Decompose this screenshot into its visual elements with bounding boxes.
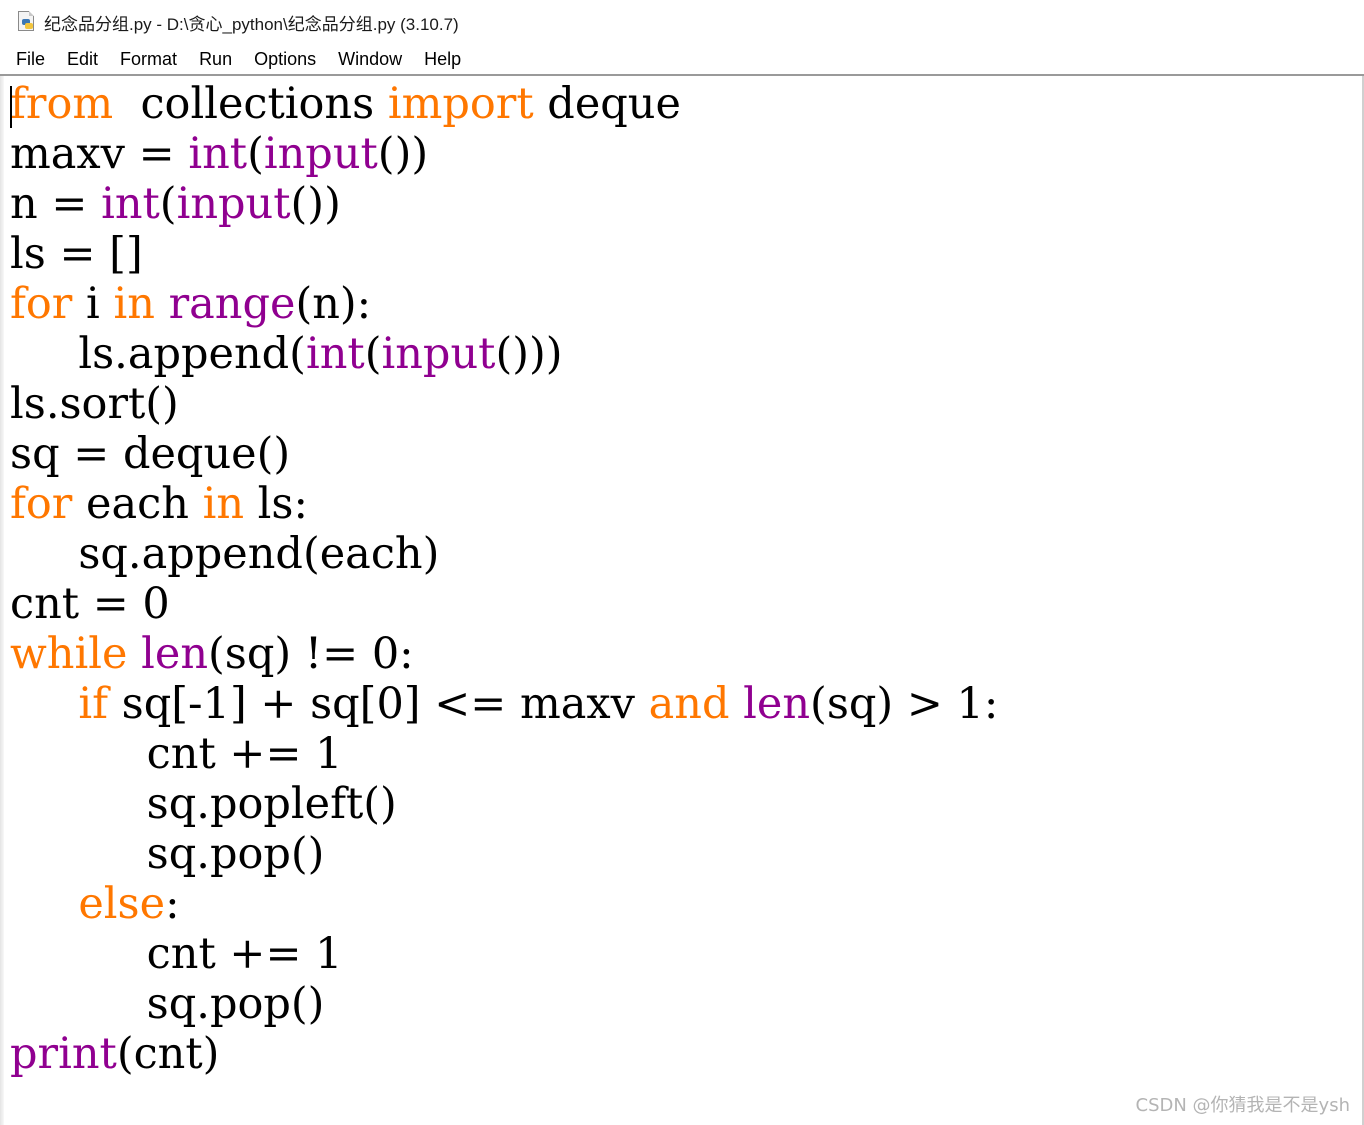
code-line[interactable]: sq = deque() xyxy=(10,429,1358,479)
code-token: ( xyxy=(247,129,264,179)
code-token: maxv = xyxy=(10,129,189,179)
menu-window[interactable]: Window xyxy=(327,46,413,73)
code-token: (n): xyxy=(295,279,372,329)
code-line[interactable]: ls.append(int(input())) xyxy=(10,329,1358,379)
code-token: collections xyxy=(113,79,388,129)
code-token: sq.pop() xyxy=(10,979,325,1029)
code-editor[interactable]: from collections import deque maxv = int(… xyxy=(10,79,1358,1125)
builtin-token: len xyxy=(141,629,209,679)
code-line[interactable]: if sq[-1] + sq[0] <= maxv and len(sq) > … xyxy=(10,679,1358,729)
title-bar: 纪念品分组.py - D:\贪心_python\纪念品分组.py (3.10.7… xyxy=(0,0,1364,44)
code-token: ()) xyxy=(290,179,341,229)
menu-run[interactable]: Run xyxy=(188,46,243,73)
text-cursor xyxy=(10,86,12,128)
code-token: ())) xyxy=(495,329,563,379)
builtin-token: input xyxy=(176,179,291,229)
builtin-token: int xyxy=(101,179,160,229)
idle-editor-window: 纪念品分组.py - D:\贪心_python\纪念品分组.py (3.10.7… xyxy=(0,0,1364,1125)
code-token: sq[-1] + sq[0] <= maxv xyxy=(108,679,649,729)
menu-bar: File Edit Format Run Options Window Help xyxy=(0,44,1364,74)
code-token: sq = deque() xyxy=(10,429,291,479)
menu-file[interactable]: File xyxy=(5,46,56,73)
editor-left-border xyxy=(0,76,4,1125)
menu-format[interactable]: Format xyxy=(109,46,188,73)
code-line[interactable]: cnt = 0 xyxy=(10,579,1358,629)
menu-edit[interactable]: Edit xyxy=(56,46,109,73)
keyword-token: while xyxy=(10,629,128,679)
code-token: i xyxy=(72,279,114,329)
builtin-token: print xyxy=(10,1029,117,1079)
keyword-token: in xyxy=(113,279,155,329)
code-line[interactable]: while len(sq) != 0: xyxy=(10,629,1358,679)
keyword-token: for xyxy=(10,479,73,529)
code-token: (cnt) xyxy=(116,1029,220,1079)
code-line[interactable]: else: xyxy=(10,879,1358,929)
code-token: ls = [] xyxy=(10,229,143,279)
keyword-token: else xyxy=(78,879,166,929)
code-line[interactable]: sq.append(each) xyxy=(10,529,1358,579)
python-file-icon xyxy=(16,11,38,33)
code-token: cnt += 1 xyxy=(10,929,343,979)
code-token: ( xyxy=(159,179,177,229)
code-line[interactable]: n = int(input()) xyxy=(10,179,1358,229)
code-token: cnt = 0 xyxy=(10,579,170,629)
builtin-token: range xyxy=(168,279,296,329)
code-line[interactable]: ls = [] xyxy=(10,229,1358,279)
code-line[interactable]: cnt += 1 xyxy=(10,929,1358,979)
code-token: (sq) != 0: xyxy=(208,629,414,679)
builtin-token: len xyxy=(743,679,811,729)
menu-help[interactable]: Help xyxy=(413,46,472,73)
code-token: ()) xyxy=(377,129,429,179)
menu-separator xyxy=(0,74,1364,76)
menu-options[interactable]: Options xyxy=(243,46,327,73)
keyword-token: for xyxy=(10,279,73,329)
code-line[interactable]: from collections import deque xyxy=(10,79,1358,129)
code-line[interactable]: maxv = int(input()) xyxy=(10,129,1358,179)
code-line[interactable]: ls.sort() xyxy=(10,379,1358,429)
keyword-token: and xyxy=(648,679,730,729)
builtin-token: int xyxy=(188,129,248,179)
code-line[interactable]: print(cnt) xyxy=(10,1029,1358,1079)
code-token: sq.pop() xyxy=(10,829,325,879)
code-line[interactable]: sq.pop() xyxy=(10,979,1358,1029)
code-line[interactable]: cnt += 1 xyxy=(10,729,1358,779)
code-token: cnt += 1 xyxy=(10,729,343,779)
builtin-token: int xyxy=(305,329,365,379)
code-token: ls: xyxy=(244,479,308,529)
code-token: n = xyxy=(10,179,102,229)
code-token: : xyxy=(165,879,180,929)
code-line[interactable]: for each in ls: xyxy=(10,479,1358,529)
keyword-token: if xyxy=(78,679,109,729)
code-token: deque xyxy=(533,79,681,129)
keyword-token: in xyxy=(202,479,245,529)
builtin-token: input xyxy=(381,329,496,379)
code-token: ls.append( xyxy=(10,329,306,379)
code-line[interactable]: for i in range(n): xyxy=(10,279,1358,329)
keyword-token: import xyxy=(387,79,534,129)
code-token: ls.sort() xyxy=(10,379,179,429)
watermark: CSDN @你猜我是不是ysh xyxy=(1135,1095,1350,1116)
code-token: sq.popleft() xyxy=(10,779,397,829)
code-token: (sq) > 1: xyxy=(810,679,999,729)
code-token: sq.append(each) xyxy=(10,529,440,579)
code-line[interactable]: sq.popleft() xyxy=(10,779,1358,829)
window-title: 纪念品分组.py - D:\贪心_python\纪念品分组.py (3.10.7… xyxy=(44,14,459,34)
code-line[interactable]: sq.pop() xyxy=(10,829,1358,879)
code-token: ( xyxy=(364,329,382,379)
keyword-token: from xyxy=(10,79,114,129)
code-token: each xyxy=(72,479,203,529)
builtin-token: input xyxy=(263,129,378,179)
